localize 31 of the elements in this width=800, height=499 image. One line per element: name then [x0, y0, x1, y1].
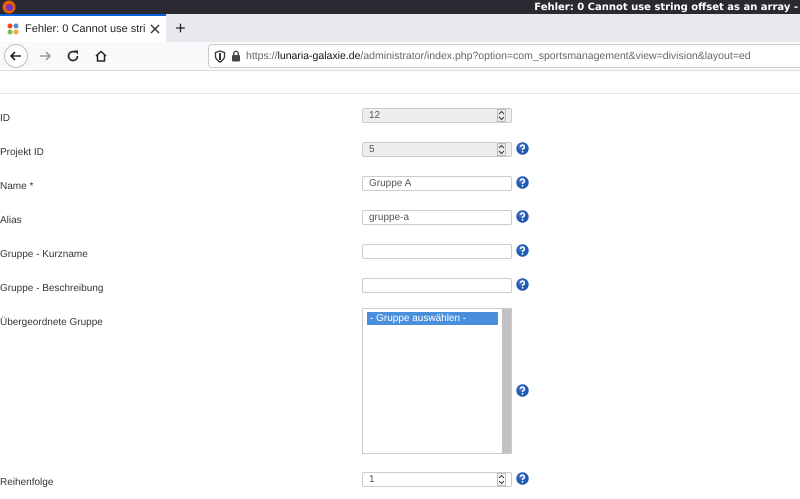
field-label: Projekt ID — [0, 146, 44, 158]
new-tab-button[interactable]: + — [166, 14, 194, 42]
text-field[interactable] — [362, 278, 512, 293]
url-text: https://lunaria-galaxie.de/administrator/index.php?option=com_sportsmanagement&view=division&layout=ed — [246, 50, 751, 62]
number-field[interactable]: 1 — [362, 472, 512, 487]
field-label: Gruppe - Beschreibung — [0, 282, 104, 294]
spinner-arrows-icon[interactable] — [497, 473, 506, 486]
field-label: Name * — [0, 180, 34, 192]
browser-tab[interactable]: Fehler: 0 Cannot use stri — [0, 14, 166, 42]
address-bar[interactable]: https://lunaria-galaxie.de/administrator/index.php?option=com_sportsmanagement&view=division&layout=ed — [208, 44, 800, 68]
text-field[interactable]: Gruppe A — [362, 176, 512, 191]
shield-icon — [214, 50, 226, 62]
help-icon[interactable] — [516, 176, 529, 189]
close-icon[interactable] — [150, 24, 160, 34]
help-icon[interactable] — [516, 278, 529, 291]
field-label: Reihenfolge — [0, 476, 54, 488]
text-field[interactable] — [362, 244, 512, 259]
scrollbar[interactable] — [502, 309, 511, 453]
help-icon[interactable] — [516, 244, 529, 257]
text-field[interactable]: gruppe-a — [362, 210, 512, 225]
help-icon[interactable] — [516, 210, 529, 223]
window-title: Fehler: 0 Cannot use string offset as an array - — [534, 2, 798, 12]
field-label: Übergeordnete Gruppe — [0, 316, 103, 328]
help-icon[interactable] — [516, 472, 529, 485]
help-icon[interactable] — [516, 384, 529, 396]
field-label: Gruppe - Kurzname — [0, 248, 88, 260]
tab-title: Fehler: 0 Cannot use stri — [25, 23, 146, 35]
back-icon[interactable] — [4, 44, 28, 68]
lock-icon — [231, 50, 241, 62]
field-label: Alias — [0, 214, 22, 226]
field-label: ID — [0, 112, 10, 124]
